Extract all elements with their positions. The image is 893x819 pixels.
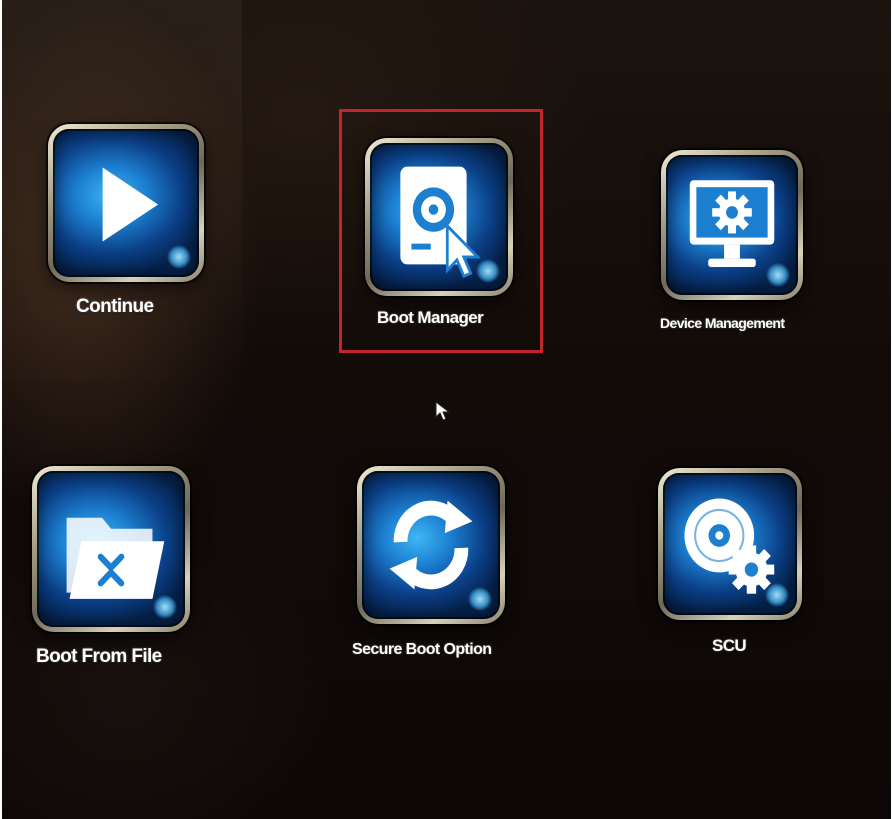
- boot-manager-label: Boot Manager: [377, 308, 484, 327]
- play-icon: [53, 129, 199, 277]
- device-management-label: Device Management: [660, 315, 785, 331]
- scu-icon-frame[interactable]: [658, 468, 802, 620]
- continue-icon-frame[interactable]: [48, 124, 204, 282]
- device-management-icon-frame[interactable]: [661, 150, 803, 300]
- scu-label: SCU: [712, 636, 747, 655]
- boot-from-file-icon-frame[interactable]: [32, 466, 190, 632]
- secure-boot-option-label: Secure Boot Option: [352, 641, 492, 658]
- boot-disk-icon: [370, 143, 508, 291]
- folder-icon: [37, 471, 185, 627]
- monitor-gear-icon: [666, 155, 798, 295]
- uefi-boot-menu-screen: Continue Boot Manager Device Management …: [2, 0, 891, 819]
- mouse-cursor-icon: [435, 400, 451, 421]
- disc-gear-icon: [663, 473, 797, 615]
- boot-from-file-label: Boot From File: [36, 646, 162, 667]
- refresh-arrows-icon: [362, 471, 500, 619]
- continue-label: Continue: [76, 296, 154, 317]
- secure-boot-option-icon-frame[interactable]: [357, 466, 505, 624]
- boot-manager-icon-frame[interactable]: [365, 138, 513, 296]
